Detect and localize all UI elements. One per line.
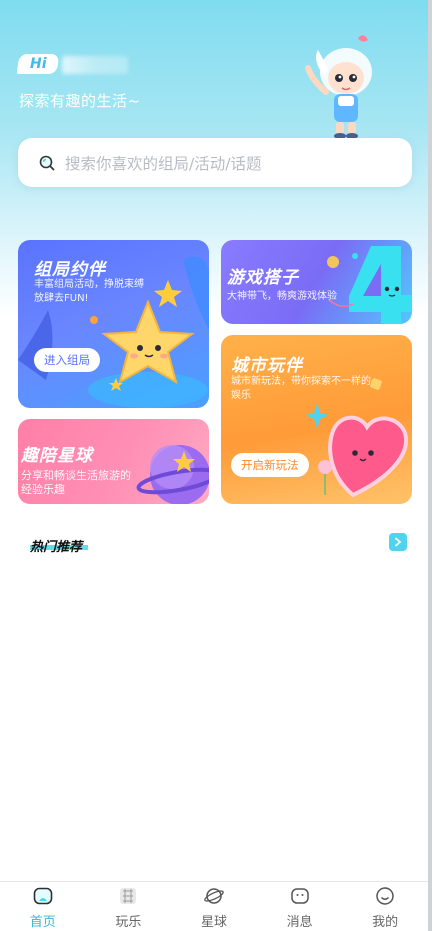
card-city-companion[interactable]: 城市玩伴 城市新玩法，带你探索不一样的娱乐 开启新玩法 — [221, 335, 412, 504]
card-title: 组局约伴 — [34, 260, 106, 280]
tab-profile[interactable]: 我的 — [342, 882, 428, 931]
tab-label: 星球 — [200, 915, 227, 930]
card-subtitle: 分享和畅谈生活旅游的经验乐趣 — [21, 469, 131, 496]
home-page: Hi 探索有趣的生活~ 搜索你喜欢的组局/活动/话题 组局约伴 丰富组局活动，挣… — [0, 0, 428, 931]
header-tagline: 探索有趣的生活~ — [19, 92, 141, 110]
scrollbar[interactable] — [428, 0, 432, 931]
tab-play[interactable]: 玩乐 — [86, 882, 172, 931]
section-more-button[interactable] — [389, 533, 407, 551]
bottom-tab-bar: 首页 玩乐 星球 消息 我的 — [0, 881, 428, 931]
tab-planet[interactable]: 星球 — [171, 882, 257, 931]
start-new-play-button[interactable]: 开启新玩法 — [231, 453, 309, 477]
card-subtitle: 城市新玩法，带你探索不一样的娱乐 — [231, 376, 371, 401]
tab-label: 我的 — [372, 915, 399, 930]
home-icon — [33, 887, 53, 905]
card-title: 趣陪星球 — [21, 446, 93, 466]
message-icon — [290, 888, 309, 904]
card-title: 游戏搭子 — [227, 268, 299, 288]
card-subtitle: 丰富组局活动，挣脱束缚放肆去FUN! — [34, 279, 144, 304]
hi-label: Hi — [29, 56, 47, 72]
tab-label: 玩乐 — [115, 915, 142, 930]
mascot-illustration — [305, 35, 372, 139]
search-placeholder: 搜索你喜欢的组局/活动/话题 — [65, 154, 262, 173]
tab-messages[interactable]: 消息 — [257, 882, 343, 931]
play-icon — [120, 888, 137, 904]
card-fun-planet[interactable]: 趣陪星球 分享和畅谈生活旅游的经验乐趣 — [18, 419, 209, 504]
card-group-companion[interactable]: 组局约伴 丰富组局活动，挣脱束缚放肆去FUN! 进入组局 — [18, 240, 209, 408]
tab-label: 首页 — [29, 915, 56, 930]
enter-group-button[interactable]: 进入组局 — [34, 348, 100, 372]
search-bar[interactable]: 搜索你喜欢的组局/活动/话题 — [18, 138, 412, 187]
chevron-right-icon — [395, 537, 402, 547]
profile-icon — [376, 887, 394, 905]
tab-label: 消息 — [286, 915, 313, 930]
card-title: 城市玩伴 — [231, 356, 303, 376]
card-game-buddy[interactable]: 游戏搭子 大神带飞，畅爽游戏体验 — [221, 240, 412, 324]
search-icon — [39, 155, 55, 170]
username-blurred — [62, 56, 128, 74]
planet-icon — [204, 888, 224, 904]
section-title-hot: 热门推荐 — [30, 540, 83, 555]
hi-badge: Hi — [16, 54, 60, 74]
tab-home[interactable]: 首页 — [0, 882, 86, 931]
card-subtitle: 大神带飞，畅爽游戏体验 — [227, 291, 337, 302]
